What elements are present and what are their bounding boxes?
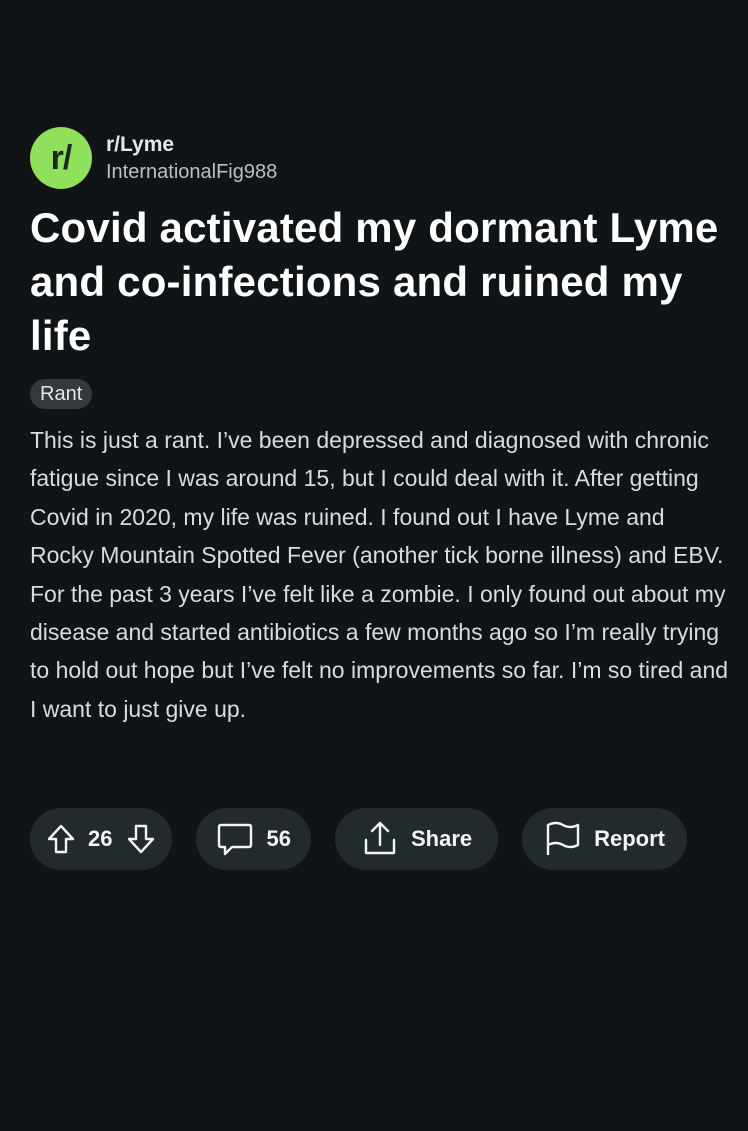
comments-button[interactable]: 56 [196, 808, 311, 870]
downvote-arrow-icon[interactable] [126, 823, 156, 855]
vote-count: 26 [88, 826, 113, 851]
comment-bubble-icon [216, 821, 254, 857]
subreddit-name[interactable]: r/Lyme [106, 131, 277, 159]
report-button[interactable]: Report [522, 808, 688, 870]
post-container: r/ r/Lyme InternationalFig988 Covid acti… [30, 127, 730, 728]
author-name[interactable]: InternationalFig988 [106, 159, 277, 185]
share-label: Share [410, 826, 473, 851]
post-flair[interactable]: Rant [30, 379, 93, 409]
share-button[interactable]: Share [334, 808, 499, 870]
report-label: Report [594, 826, 666, 851]
post-title[interactable]: Covid activated my dormant Lyme and co-i… [30, 201, 730, 363]
comment-count: 56 [266, 826, 291, 851]
post-meta-text: r/Lyme InternationalFig988 [106, 131, 277, 185]
post-body: This is just a rant. I’ve been depressed… [30, 427, 729, 722]
post-actions: 26 56 Share Report [30, 808, 688, 870]
upvote-arrow-icon[interactable] [46, 823, 76, 855]
subreddit-avatar[interactable]: r/ [30, 127, 92, 189]
share-icon [361, 820, 399, 858]
post-meta: r/ r/Lyme InternationalFig988 [30, 127, 730, 189]
vote-control: 26 [30, 808, 173, 870]
flag-icon [544, 820, 582, 858]
subreddit-avatar-text: r/ [50, 138, 73, 177]
